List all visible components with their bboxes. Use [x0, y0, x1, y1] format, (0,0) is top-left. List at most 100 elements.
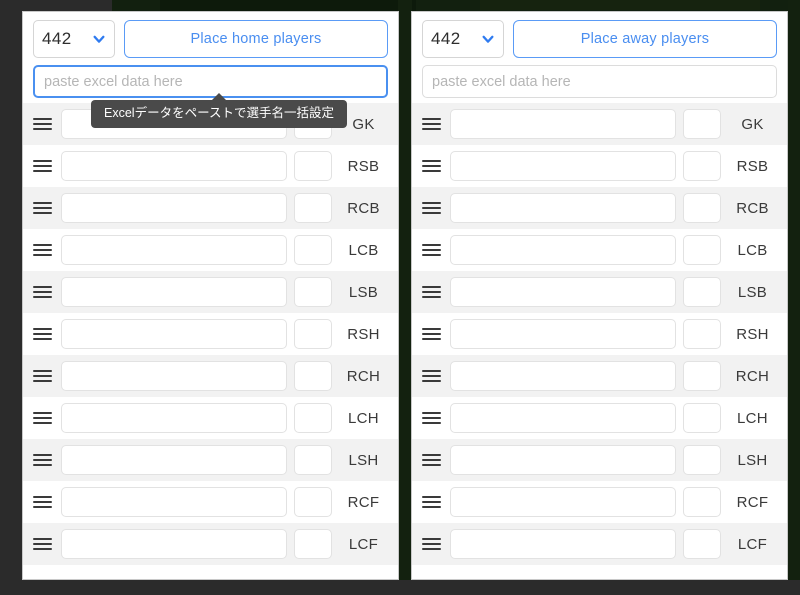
panel-gap-divider — [398, 0, 412, 580]
home-player-number-input[interactable] — [294, 361, 332, 391]
away-player-name-input[interactable] — [450, 487, 676, 517]
place-home-players-button[interactable]: Place home players — [124, 20, 388, 58]
drag-handle-icon[interactable] — [33, 237, 54, 263]
player-row: LCH — [412, 397, 787, 439]
page-backdrop-green-strip2 — [480, 0, 760, 10]
drag-handle-icon[interactable] — [422, 321, 443, 347]
away-player-name-input[interactable] — [450, 151, 676, 181]
away-player-name-input[interactable] — [450, 109, 676, 139]
home-panel-header: 442 Place home players — [23, 12, 398, 58]
home-player-number-input[interactable] — [294, 319, 332, 349]
drag-handle-icon[interactable] — [422, 489, 443, 515]
away-player-name-input[interactable] — [450, 277, 676, 307]
home-formation-select[interactable]: 442 — [33, 20, 115, 58]
home-player-name-input[interactable] — [61, 235, 287, 265]
position-label: LSH — [348, 451, 379, 469]
away-player-name-input[interactable] — [450, 445, 676, 475]
home-player-number-input[interactable] — [294, 445, 332, 475]
drag-handle-icon[interactable] — [422, 405, 443, 431]
drag-handle-icon[interactable] — [422, 363, 443, 389]
page-backdrop-left-edge — [0, 0, 22, 595]
home-player-name-input[interactable] — [61, 403, 287, 433]
home-player-number-input[interactable] — [294, 277, 332, 307]
away-player-number-input[interactable] — [683, 193, 721, 223]
home-player-name-input[interactable] — [61, 487, 287, 517]
away-player-number-input[interactable] — [683, 151, 721, 181]
away-formation-select[interactable]: 442 — [422, 20, 504, 58]
drag-handle-icon[interactable] — [422, 195, 443, 221]
position-label: RCH — [735, 367, 770, 385]
home-player-name-input[interactable] — [61, 529, 287, 559]
away-team-panel: 442 Place away players GK RSB RCB LCB LSB RSH… — [411, 11, 788, 580]
drag-handle-icon[interactable] — [33, 363, 54, 389]
home-player-name-input[interactable] — [61, 319, 287, 349]
home-player-name-input[interactable] — [61, 151, 287, 181]
player-row: LCF — [23, 523, 398, 565]
player-row: GK — [412, 103, 787, 145]
drag-handle-icon[interactable] — [422, 531, 443, 557]
home-team-panel: 442 Place home players Excelデータをペーストで選手名… — [22, 11, 399, 580]
home-player-number-input[interactable] — [294, 151, 332, 181]
drag-handle-icon[interactable] — [33, 489, 54, 515]
player-row: LSH — [412, 439, 787, 481]
position-label: RSB — [736, 157, 769, 175]
home-paste-excel-input[interactable] — [33, 65, 388, 98]
drag-handle-icon[interactable] — [422, 153, 443, 179]
drag-handle-icon[interactable] — [33, 405, 54, 431]
player-row: RCF — [412, 481, 787, 523]
chevron-down-icon — [93, 35, 105, 43]
away-player-name-input[interactable] — [450, 361, 676, 391]
away-player-name-input[interactable] — [450, 319, 676, 349]
home-player-number-input[interactable] — [294, 487, 332, 517]
player-row: RCH — [23, 355, 398, 397]
away-paste-area — [412, 58, 787, 98]
away-player-number-input[interactable] — [683, 319, 721, 349]
player-row: LSH — [23, 439, 398, 481]
drag-handle-icon[interactable] — [33, 195, 54, 221]
home-player-name-input[interactable] — [61, 361, 287, 391]
home-player-name-input[interactable] — [61, 445, 287, 475]
position-label: LCF — [348, 535, 379, 553]
position-label: RSB — [347, 157, 380, 175]
drag-handle-icon[interactable] — [422, 447, 443, 473]
player-row: LCB — [412, 229, 787, 271]
away-player-rows: GK RSB RCB LCB LSB RSH RCH LCH LSH RCF LCF — [412, 103, 787, 565]
away-player-number-input[interactable] — [683, 529, 721, 559]
away-paste-excel-input[interactable] — [422, 65, 777, 98]
drag-handle-icon[interactable] — [33, 531, 54, 557]
page-backdrop-bottom — [0, 580, 800, 595]
position-label: RSH — [736, 325, 769, 343]
home-player-number-input[interactable] — [294, 193, 332, 223]
away-player-number-input[interactable] — [683, 361, 721, 391]
drag-handle-icon[interactable] — [33, 321, 54, 347]
drag-handle-icon[interactable] — [33, 447, 54, 473]
player-row: RSB — [412, 145, 787, 187]
away-player-number-input[interactable] — [683, 277, 721, 307]
drag-handle-icon[interactable] — [422, 111, 443, 137]
drag-handle-icon[interactable] — [33, 153, 54, 179]
away-player-number-input[interactable] — [683, 235, 721, 265]
drag-handle-icon[interactable] — [422, 279, 443, 305]
away-player-number-input[interactable] — [683, 109, 721, 139]
home-player-name-input[interactable] — [61, 193, 287, 223]
home-paste-tooltip: Excelデータをペーストで選手名一括設定 — [91, 93, 347, 128]
away-player-name-input[interactable] — [450, 529, 676, 559]
player-row: RSB — [23, 145, 398, 187]
position-label: GK — [741, 115, 764, 133]
away-player-name-input[interactable] — [450, 403, 676, 433]
away-player-number-input[interactable] — [683, 403, 721, 433]
away-player-number-input[interactable] — [683, 487, 721, 517]
away-player-name-input[interactable] — [450, 193, 676, 223]
place-away-players-button[interactable]: Place away players — [513, 20, 777, 58]
away-player-name-input[interactable] — [450, 235, 676, 265]
away-player-number-input[interactable] — [683, 445, 721, 475]
home-player-number-input[interactable] — [294, 529, 332, 559]
player-row: LCB — [23, 229, 398, 271]
drag-handle-icon[interactable] — [33, 279, 54, 305]
home-player-name-input[interactable] — [61, 277, 287, 307]
home-player-number-input[interactable] — [294, 403, 332, 433]
home-player-number-input[interactable] — [294, 235, 332, 265]
player-row: RCB — [23, 187, 398, 229]
drag-handle-icon[interactable] — [33, 111, 54, 137]
drag-handle-icon[interactable] — [422, 237, 443, 263]
